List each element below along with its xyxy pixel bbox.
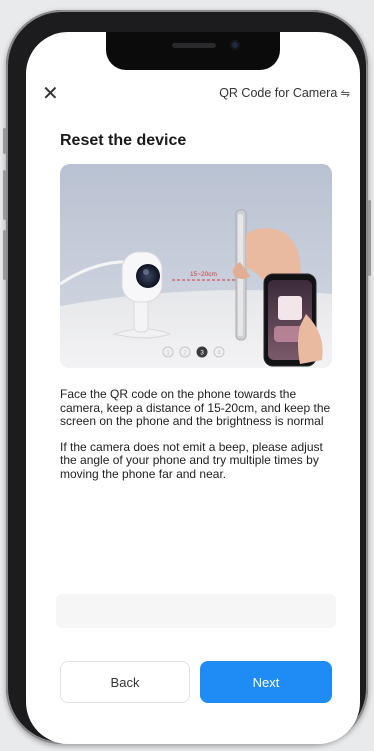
pager-dot-3-active[interactable]: 3 — [200, 350, 204, 357]
phone-frame: ✕ QR Code for Camera ⇋ Reset the device — [3, 10, 371, 744]
phone-side-button — [3, 170, 6, 220]
instruction-paragraph-1: Face the QR code on the phone towards th… — [60, 387, 331, 429]
page-title: Reset the device — [60, 132, 187, 149]
top-bar: ✕ QR Code for Camera ⇋ — [26, 80, 360, 110]
pager-dot-4[interactable]: 4 — [217, 350, 221, 357]
instruction-text: Face the QR code on the phone towards th… — [60, 387, 332, 494]
empty-tip-area — [56, 594, 336, 628]
instruction-paragraph-2: If the camera does not emit a beep, plea… — [60, 439, 323, 481]
distance-label: 15~20cm — [190, 271, 217, 278]
pager-dot-2[interactable]: 2 — [183, 350, 187, 357]
phone-notch — [106, 32, 280, 70]
qr-link-label: QR Code for Camera — [219, 86, 338, 100]
instruction-illustration: 15~20cm 1 2 3 4 — [60, 164, 332, 368]
qr-code-for-camera-link[interactable]: QR Code for Camera ⇋ — [219, 86, 350, 100]
speaker-grille — [172, 43, 216, 48]
swap-arrows-icon: ⇋ — [340, 88, 350, 100]
pager-dot-1[interactable]: 1 — [166, 350, 170, 357]
back-button[interactable]: Back — [60, 661, 190, 703]
close-icon[interactable]: ✕ — [42, 82, 59, 106]
front-camera-icon — [230, 40, 240, 50]
phone-side-button — [3, 230, 6, 280]
app-screen: ✕ QR Code for Camera ⇋ Reset the device — [26, 32, 360, 744]
phone-side-button — [3, 128, 6, 154]
next-button[interactable]: Next — [200, 661, 332, 703]
phone-side-button — [368, 200, 371, 276]
